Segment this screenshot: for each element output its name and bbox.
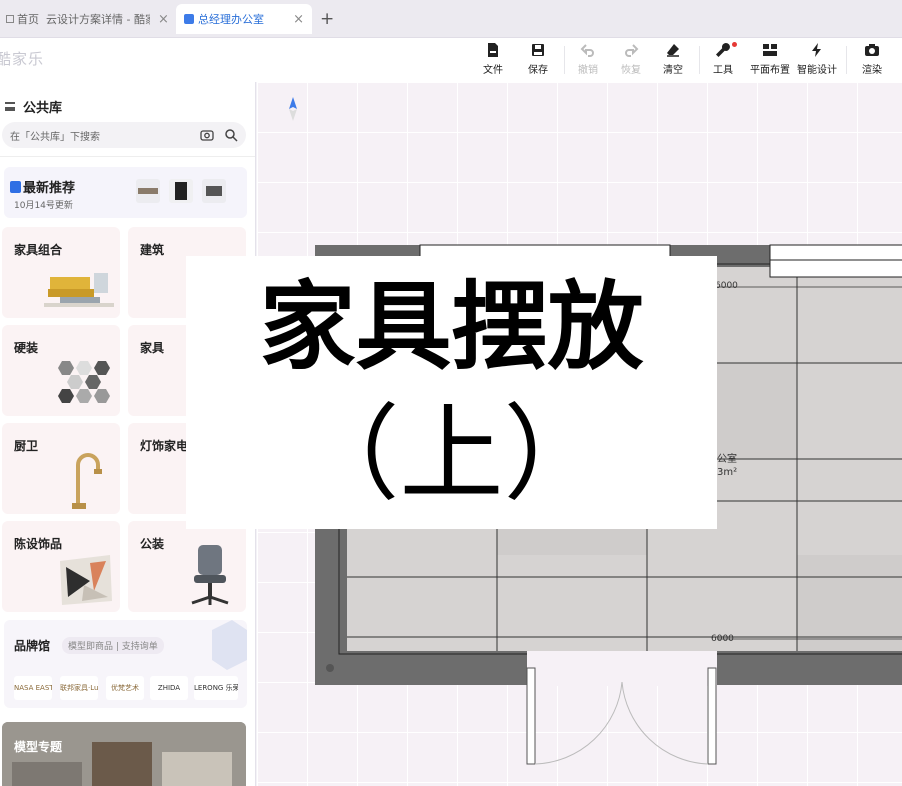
clear-button[interactable]: 清空 (651, 42, 695, 76)
dimension-bottom: 6000 (711, 634, 734, 644)
recommend-subtitle: 10月14号更新 (14, 201, 73, 211)
tab-label: 云设计方案详情 - 酷家 (46, 13, 150, 26)
category-label: 厨卫 (14, 439, 39, 453)
cushion-image (60, 555, 112, 605)
model-topics-card[interactable]: 模型专题 (2, 722, 246, 786)
close-icon[interactable]: × (293, 12, 304, 27)
floor-plan-icon (763, 44, 777, 56)
camera-icon (865, 44, 879, 56)
category-hard-decoration[interactable]: 硬装 (2, 325, 120, 416)
toolbar-divider (564, 46, 565, 74)
undo-button[interactable]: 撤销 (566, 42, 610, 76)
tab-cloud-design[interactable]: 云设计方案详情 - 酷家 × (38, 4, 177, 34)
video-caption-overlay: 家具摆放 （上） (186, 256, 717, 529)
redo-button[interactable]: 恢复 (609, 42, 653, 76)
tools-label: 工具 (713, 65, 733, 76)
tab-bar: 首页 云设计方案详情 - 酷家 × 总经理办公室 × + (0, 0, 902, 38)
save-icon (532, 44, 544, 56)
redo-label: 恢复 (621, 65, 641, 76)
brand-logo-1[interactable]: NASA EASTY (14, 676, 52, 700)
home-icon (6, 15, 14, 23)
room-label[interactable]: 公室 3m² (717, 453, 737, 479)
search-icon[interactable] (224, 128, 238, 142)
category-label: 公装 (140, 537, 165, 551)
floor-layout-label: 平面布置 (750, 65, 790, 76)
room-area: 3m² (717, 467, 738, 478)
floor-layout-button[interactable]: 平面布置 (746, 42, 794, 76)
camera-search-icon[interactable] (200, 128, 214, 142)
category-office[interactable]: 公装 (128, 521, 246, 612)
brand-hall-card[interactable]: 品牌馆 模型即商品 | 支持询单 NASA EASTY 联邦家具·Lux 优梵艺… (4, 620, 247, 708)
library-title: 公共库 (23, 101, 63, 116)
notification-dot (732, 42, 737, 47)
save-label: 保存 (528, 65, 548, 76)
main-toolbar: 酷家乐 文件 保存 撤销 恢复 清空 工具 平面布置 智能设计 渲染 (0, 38, 902, 82)
category-label: 家具组合 (14, 243, 63, 257)
hexagon-tile-image (58, 361, 110, 403)
file-icon (488, 43, 498, 57)
lightning-icon (812, 43, 821, 57)
save-button[interactable]: 保存 (516, 42, 560, 76)
category-decor[interactable]: 陈设饰品 (2, 521, 120, 612)
category-furniture-set[interactable]: 家具组合 (2, 227, 120, 318)
divider (0, 156, 255, 157)
recommend-thumbnail (136, 179, 160, 203)
redo-icon (625, 44, 639, 57)
category-label: 灯饰家电 (140, 439, 189, 453)
dimension-top: 6000 (715, 281, 738, 291)
recommend-title: 最新推荐 (10, 177, 75, 196)
brand-logo-3[interactable]: 优梵艺术 (106, 676, 144, 700)
clear-label: 清空 (663, 65, 683, 76)
office-chair-image (191, 545, 229, 605)
render-button[interactable]: 渲染 (850, 42, 894, 76)
brand-logo-4[interactable]: ZHIDA (150, 676, 188, 700)
add-tab-icon[interactable]: + (320, 9, 334, 29)
faucet-image (72, 453, 102, 509)
design-file-icon (184, 14, 194, 24)
brand-hall-tag: 模型即商品 | 支持询单 (62, 637, 164, 654)
brand-logo: 酷家乐 (0, 50, 45, 68)
latest-recommend-card[interactable]: 最新推荐 10月14号更新 (4, 167, 247, 218)
room-name: 公室 (717, 454, 737, 465)
app-window: { "tabs": [ {"label": "首页", "active": fa… (0, 0, 902, 786)
brand-logo-2[interactable]: 联邦家具·Lux (60, 676, 98, 700)
category-kitchen-bath[interactable]: 厨卫 (2, 423, 120, 514)
tab-label: 首页 (17, 13, 39, 26)
render-label: 渲染 (862, 65, 882, 76)
category-label: 陈设饰品 (14, 537, 63, 551)
undo-icon (580, 44, 594, 57)
close-icon[interactable]: × (158, 12, 169, 27)
smart-design-label: 智能设计 (797, 65, 837, 76)
eraser-icon (667, 44, 679, 57)
recommend-thumbnail (169, 179, 193, 203)
model-topics-title: 模型专题 (14, 740, 63, 754)
library-header: 公共库 (5, 97, 62, 116)
star-badge-icon (10, 180, 21, 193)
file-label: 文件 (483, 65, 503, 76)
brand-logo-5[interactable]: LERONG 乐荣 (194, 676, 238, 700)
undo-label: 撤销 (578, 65, 598, 76)
sofa-set-image (44, 273, 114, 307)
library-search[interactable]: 在「公共库」下搜索 (2, 122, 246, 148)
tab-ceo-office[interactable]: 总经理办公室 × (176, 4, 312, 34)
brand-hall-title: 品牌馆 (14, 639, 51, 653)
category-label: 建筑 (140, 243, 165, 257)
toolbar-divider (699, 46, 700, 74)
recommend-thumbnail (202, 179, 226, 203)
menu-icon[interactable] (5, 102, 15, 111)
category-label: 硬装 (14, 341, 39, 355)
file-button[interactable]: 文件 (471, 42, 515, 76)
category-label: 家具 (140, 341, 165, 355)
tools-button[interactable]: 工具 (701, 42, 745, 76)
smart-design-button[interactable]: 智能设计 (795, 42, 839, 76)
caption-title: 家具摆放 (259, 271, 644, 383)
brand-hall-emblem-icon (212, 620, 247, 670)
tab-label: 总经理办公室 (198, 13, 264, 26)
recommend-title-text: 最新推荐 (23, 181, 76, 196)
wrench-icon (716, 42, 730, 57)
search-input[interactable]: 在「公共库」下搜索 (10, 128, 190, 143)
toolbar-divider (846, 46, 847, 74)
caption-subtitle: （上） (295, 393, 608, 515)
